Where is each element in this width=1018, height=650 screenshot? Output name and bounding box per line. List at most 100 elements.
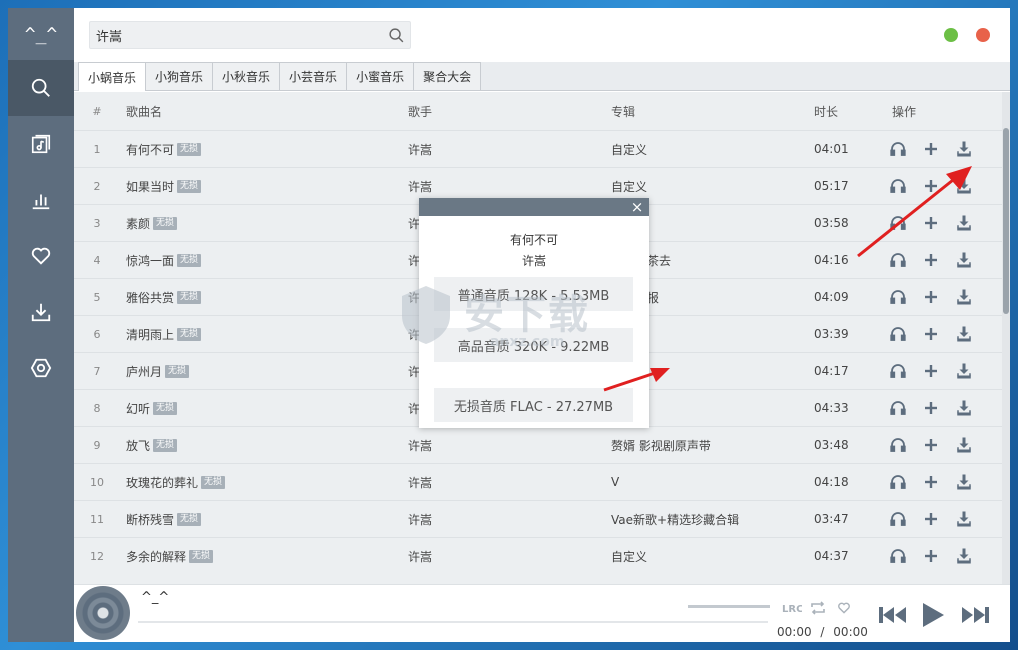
row-song-name[interactable]: 庐州月 无损: [126, 353, 190, 389]
song-name-text: 素颜: [126, 216, 151, 231]
minimize-button[interactable]: [944, 28, 958, 42]
listen-button[interactable]: [886, 544, 909, 568]
add-to-playlist-button[interactable]: [919, 211, 942, 235]
lyrics-button[interactable]: LRC: [782, 599, 802, 617]
add-to-playlist-button[interactable]: [919, 359, 942, 383]
sidebar-item-playlist[interactable]: [8, 116, 74, 172]
previous-button[interactable]: [876, 600, 910, 630]
listen-button[interactable]: [886, 433, 909, 457]
favorite-button[interactable]: [834, 599, 854, 617]
progress-bar[interactable]: [138, 621, 768, 623]
listen-button[interactable]: [886, 137, 909, 161]
download-button[interactable]: [953, 359, 976, 383]
quality-high-button[interactable]: 高品音质 320K - 9.22MB: [434, 328, 633, 362]
quality-lossless-button[interactable]: 无损音质 FLAC - 27.27MB: [434, 388, 633, 422]
search-button[interactable]: [382, 27, 410, 44]
row-song-name[interactable]: 雅俗共赏 无损: [126, 279, 202, 315]
listen-button[interactable]: [886, 174, 909, 198]
search-input[interactable]: [90, 22, 382, 48]
add-to-playlist-button[interactable]: [919, 285, 942, 309]
row-album: 自定义: [611, 549, 648, 564]
table-row[interactable]: 10 玫瑰花的葬礼 无损 许嵩 V 04:18: [74, 463, 1002, 500]
download-button[interactable]: [953, 211, 976, 235]
download-button[interactable]: [953, 507, 976, 531]
add-to-playlist-button[interactable]: [919, 544, 942, 568]
row-song-name[interactable]: 断桥残雪 无损: [126, 501, 202, 537]
row-song-name[interactable]: 放飞 无损: [126, 427, 178, 463]
sidebar-item-favorites[interactable]: [8, 228, 74, 284]
row-num: 2: [93, 179, 101, 193]
volume-slider[interactable]: [688, 605, 770, 608]
tab-juhe[interactable]: 聚合大会: [413, 62, 482, 90]
row-artist: 许嵩: [408, 475, 433, 490]
header-album: 专辑: [611, 104, 636, 119]
add-to-playlist-button[interactable]: [919, 433, 942, 457]
row-song-name[interactable]: 清明雨上 无损: [126, 316, 202, 352]
download-button[interactable]: [953, 285, 976, 309]
listen-button[interactable]: [886, 248, 909, 272]
add-to-playlist-button[interactable]: [919, 470, 942, 494]
add-to-playlist-button[interactable]: [919, 322, 942, 346]
dialog-close-button[interactable]: ×: [629, 198, 645, 216]
add-to-playlist-button[interactable]: [919, 396, 942, 420]
repeat-button[interactable]: [808, 599, 828, 617]
close-button[interactable]: [976, 28, 990, 42]
download-icon: [955, 547, 973, 565]
tab-xiaogou[interactable]: 小狗音乐: [145, 62, 214, 90]
table-row[interactable]: 1 有何不可 无损 许嵩 自定义 04:01: [74, 130, 1002, 167]
add-to-playlist-button[interactable]: [919, 248, 942, 272]
row-song-name[interactable]: 多余的解释 无损: [126, 538, 214, 574]
row-album: V: [611, 475, 620, 489]
add-to-playlist-button[interactable]: [919, 174, 942, 198]
table-row[interactable]: 11 断桥残雪 无损 许嵩 Vae新歌+精选珍藏合辑 03:47: [74, 500, 1002, 537]
download-button[interactable]: [953, 396, 976, 420]
tab-xiaomi[interactable]: 小蜜音乐: [346, 62, 415, 90]
listen-button[interactable]: [886, 359, 909, 383]
plus-icon: [922, 547, 940, 565]
plus-icon: [922, 140, 940, 158]
download-button[interactable]: [953, 433, 976, 457]
row-duration: 03:48: [814, 438, 849, 452]
lossless-badge: 无损: [165, 364, 190, 378]
sidebar-item-charts[interactable]: [8, 172, 74, 228]
add-to-playlist-button[interactable]: [919, 137, 942, 161]
listen-button[interactable]: [886, 470, 909, 494]
tab-xiaowo[interactable]: 小蜗音乐: [78, 62, 147, 91]
row-song-name[interactable]: 惊鸿一面 无损: [126, 242, 202, 278]
table-row[interactable]: 9 放飞 无损 许嵩 赘婿 影视剧原声带 03:48: [74, 426, 1002, 463]
plus-icon: [922, 214, 940, 232]
row-song-name[interactable]: 如果当时 无损: [126, 168, 202, 204]
row-song-name[interactable]: 素颜 无损: [126, 205, 178, 241]
listen-button[interactable]: [886, 396, 909, 420]
download-button[interactable]: [953, 174, 976, 198]
row-song-name[interactable]: 有何不可 无损: [126, 131, 202, 167]
download-button[interactable]: [953, 137, 976, 161]
next-button[interactable]: [958, 600, 992, 630]
scrollbar[interactable]: [1002, 92, 1010, 584]
quality-standard-button[interactable]: 普通音质 128K - 5.53MB: [434, 277, 633, 311]
download-button[interactable]: [953, 248, 976, 272]
scrollbar-thumb[interactable]: [1003, 128, 1009, 314]
listen-button[interactable]: [886, 285, 909, 309]
table-row[interactable]: 12 多余的解释 无损 许嵩 自定义 04:37: [74, 537, 1002, 574]
row-duration: 04:01: [814, 142, 849, 156]
download-button[interactable]: [953, 544, 976, 568]
row-num: 8: [93, 401, 101, 415]
download-button[interactable]: [953, 322, 976, 346]
tab-xiaoyun[interactable]: 小芸音乐: [279, 62, 348, 90]
listen-button[interactable]: [886, 322, 909, 346]
sidebar-item-downloads[interactable]: [8, 284, 74, 340]
listen-button[interactable]: [886, 507, 909, 531]
row-album: 赘婿 影视剧原声带: [611, 438, 711, 453]
sidebar-item-settings[interactable]: [8, 340, 74, 396]
row-song-name[interactable]: 幻听 无损: [126, 390, 178, 426]
download-icon: [955, 510, 973, 528]
sidebar-item-search[interactable]: [8, 60, 74, 116]
play-button[interactable]: [920, 600, 946, 630]
tab-xiaoqiu[interactable]: 小秋音乐: [212, 62, 281, 90]
row-song-name[interactable]: 玫瑰花的葬礼 无损: [126, 464, 226, 500]
download-button[interactable]: [953, 470, 976, 494]
listen-button[interactable]: [886, 211, 909, 235]
lossless-badge: 无损: [177, 253, 202, 267]
add-to-playlist-button[interactable]: [919, 507, 942, 531]
